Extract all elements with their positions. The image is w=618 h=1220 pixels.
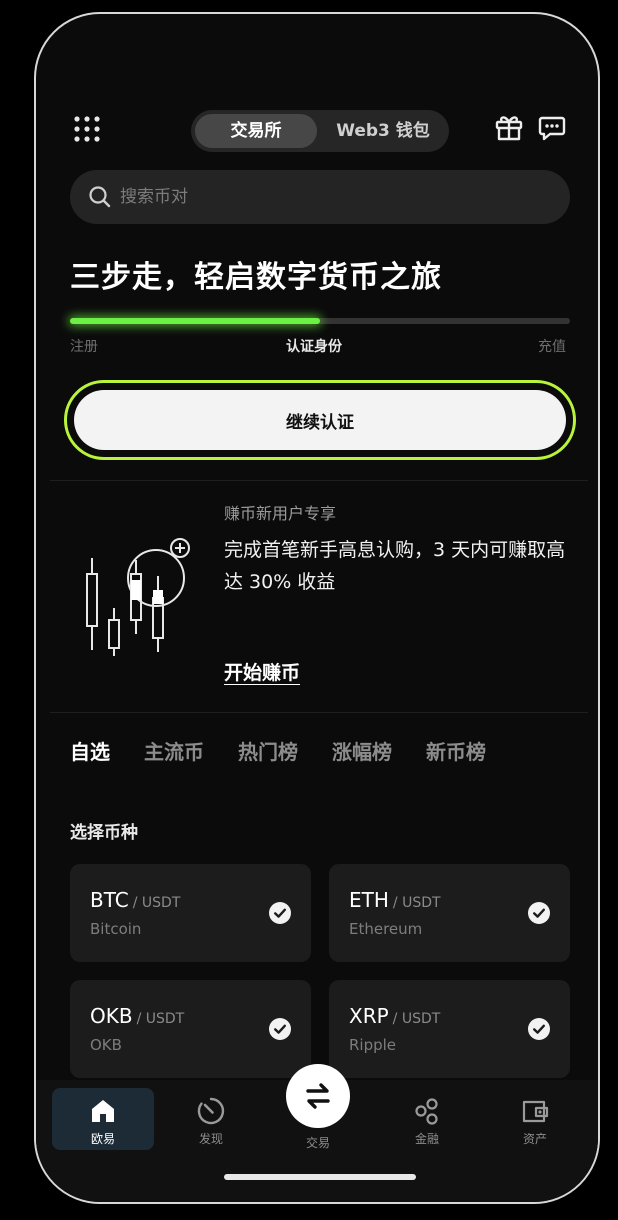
nav-label: 资产 [522, 1132, 547, 1146]
promo-subtitle: 赚币新用户专享 [224, 504, 337, 523]
coin-name: Ethereum [349, 920, 423, 938]
tab-favorites[interactable]: 自选 [70, 736, 110, 766]
nav-label: 欧易 [90, 1132, 115, 1146]
tab-new-listings[interactable]: 新币榜 [426, 736, 486, 766]
nav-item-discover[interactable]: 发现 [160, 1088, 262, 1150]
phone-frame: 交易所 Web3 钱包 三步走，轻启数字货币之旅 [34, 12, 600, 1204]
step-verify-identity: 认证身份 [286, 339, 342, 355]
coin-name: Ripple [349, 1036, 397, 1054]
search-bar[interactable] [70, 170, 570, 224]
grid-menu-icon[interactable] [72, 114, 102, 144]
tab-hot[interactable]: 热门榜 [238, 736, 298, 766]
tab-gainers[interactable]: 涨幅榜 [332, 736, 392, 766]
check-circle-icon[interactable] [528, 902, 550, 924]
chat-icon[interactable] [538, 114, 566, 142]
continue-verification-button[interactable]: 继续认证 [74, 390, 566, 450]
coin-symbol: BTC [90, 888, 129, 912]
coin-quote: / USDT [136, 1011, 185, 1027]
coin-card-xrp[interactable]: XRP / USDT Ripple [329, 980, 570, 1078]
coin-pair: XRP / USDT [349, 1004, 440, 1028]
coin-symbol: OKB [90, 1004, 133, 1028]
step-register: 注册 [70, 339, 98, 355]
trade-button[interactable] [286, 1064, 350, 1128]
coin-card-btc[interactable]: BTC / USDT Bitcoin [70, 864, 311, 962]
bottom-nav: 欧易 发现 交易 金融 资产 [36, 1064, 598, 1202]
check-circle-icon[interactable] [528, 1018, 550, 1040]
coin-name: OKB [90, 1036, 122, 1054]
nav-label: 金融 [414, 1132, 439, 1146]
coin-pair: OKB / USDT [90, 1004, 184, 1028]
continue-verification-highlight: 继续认证 [64, 380, 576, 460]
mode-switcher: 交易所 Web3 钱包 [191, 110, 449, 152]
gift-icon[interactable] [494, 112, 524, 142]
check-circle-icon[interactable] [269, 902, 291, 924]
search-icon [89, 186, 111, 208]
nav-item-finance[interactable]: 金融 [376, 1088, 478, 1150]
nav-label: 发现 [198, 1132, 223, 1146]
choose-coin-label: 选择币种 [70, 823, 138, 843]
coin-name: Bitcoin [90, 920, 142, 938]
nav-item-assets[interactable]: 资产 [484, 1088, 586, 1150]
coin-quote: / USDT [392, 1011, 441, 1027]
coin-card-okb[interactable]: OKB / USDT OKB [70, 980, 311, 1078]
nav-item-okx[interactable]: 欧易 [52, 1088, 154, 1150]
coin-card-eth[interactable]: ETH / USDT Ethereum [329, 864, 570, 962]
finance-icon [415, 1098, 438, 1125]
home-icon [92, 1100, 114, 1122]
market-tabs: 自选 主流币 热门榜 涨幅榜 新币榜 [70, 736, 486, 766]
tab-mainstream[interactable]: 主流币 [144, 736, 204, 766]
candlestick-illustration-icon [86, 538, 190, 656]
divider [50, 712, 588, 713]
coin-quote: / USDT [132, 895, 181, 911]
screen: 交易所 Web3 钱包 三步走，轻启数字货币之旅 [36, 14, 598, 1202]
onboarding-progress [70, 318, 570, 324]
onboarding-headline: 三步走，轻启数字货币之旅 [70, 260, 442, 295]
discover-icon [197, 1097, 225, 1125]
tab-web3-wallet[interactable]: Web3 钱包 [321, 114, 445, 148]
tab-exchange[interactable]: 交易所 [195, 114, 317, 148]
coin-pair: BTC / USDT [90, 888, 180, 912]
wallet-icon [522, 1100, 549, 1123]
coin-symbol: XRP [349, 1004, 389, 1028]
divider [50, 480, 588, 481]
promo-description: 完成首笔新手高息认购，3 天内可赚取高达 30% 收益 [224, 539, 566, 593]
progress-fill [70, 318, 320, 324]
coin-quote: / USDT [392, 895, 441, 911]
nav-label-trade[interactable]: 交易 [286, 1134, 350, 1151]
coin-pair: ETH / USDT [349, 888, 441, 912]
coin-symbol: ETH [349, 888, 389, 912]
start-earning-link[interactable]: 开始赚币 [224, 658, 300, 685]
step-deposit: 充值 [538, 339, 566, 355]
swap-icon [306, 1083, 330, 1109]
home-indicator[interactable] [224, 1174, 416, 1180]
search-input[interactable] [120, 170, 550, 224]
check-circle-icon[interactable] [269, 1018, 291, 1040]
